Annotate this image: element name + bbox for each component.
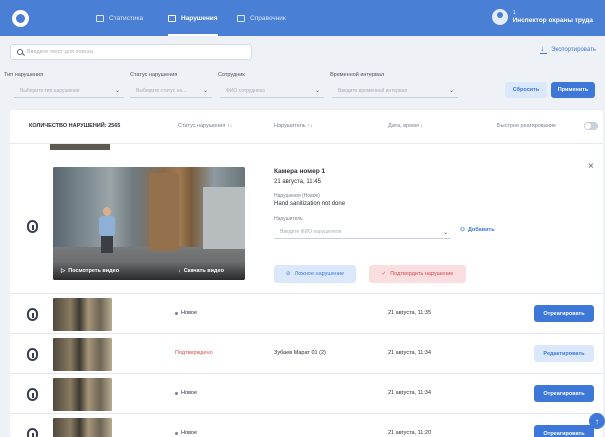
apply-button[interactable]: Применить <box>551 82 595 98</box>
fast-react-label: Быстрое реагирование <box>497 123 556 129</box>
false-violation-button[interactable]: ⊘ Ложное нарушение <box>274 265 356 283</box>
top-navigation: Статистика Нарушения Справочник 1 Инспек… <box>0 0 605 36</box>
violation-text: Hand sanitization not done <box>274 201 346 207</box>
violation-detail-card: × ▷ Посмотреть видео ↓ Скачать видео Кам… <box>10 155 603 294</box>
info-icon[interactable] <box>27 388 38 401</box>
violation-video[interactable]: ▷ Посмотреть видео ↓ Скачать видео <box>53 167 245 280</box>
camera-title: Камера номер 1 <box>274 168 326 175</box>
table-row[interactable]: Подтверждено Зубаев Марат 01 (2) 21 авгу… <box>10 335 603 374</box>
ban-icon: ⊘ <box>285 271 291 277</box>
video-thumbnail[interactable] <box>53 338 112 371</box>
app-logo[interactable] <box>12 10 29 27</box>
column-status[interactable]: Статус нарушения ↑↓ <box>178 123 232 129</box>
table-header: КОЛИЧЕСТВО НАРУШЕНИЙ: 2565 Статус наруше… <box>10 110 603 144</box>
add-user-icon: ⚇ <box>460 227 465 233</box>
export-button[interactable]: Экспортировать <box>540 44 596 54</box>
filter-interval-select[interactable]: Введите временной интервал ⌄ <box>332 84 458 98</box>
chevron-down-icon: ⌄ <box>448 88 454 94</box>
table-row[interactable]: Новое 21 августа, 11:35 Отреагировать <box>10 295 603 334</box>
table-row[interactable]: Новое 21 августа, 11:34 Отреагировать <box>10 375 603 414</box>
violation-label: Нарушения (Новое) <box>274 193 320 199</box>
status-badge: Новое <box>175 430 197 436</box>
video-thumbnail[interactable] <box>53 418 112 437</box>
user-id: 1 <box>512 10 516 16</box>
download-video-button[interactable]: ↓ Скачать видео <box>178 268 224 274</box>
search-placeholder: Введите текст для поиска <box>27 49 93 55</box>
row-date: 21 августа, 11:34 <box>388 350 431 356</box>
tab-violations[interactable]: Нарушения <box>168 0 218 36</box>
chevron-down-icon: ⌄ <box>442 229 448 236</box>
info-icon[interactable] <box>27 348 38 361</box>
scroll-to-top-button[interactable]: ↑ <box>589 413 605 429</box>
info-icon[interactable] <box>27 220 38 233</box>
fast-react-toggle[interactable] <box>584 122 598 130</box>
video-thumbnail[interactable] <box>53 378 112 411</box>
reset-button[interactable]: Сбросить <box>505 82 547 98</box>
status-badge: Новое <box>175 390 197 396</box>
chevron-down-icon: ⌄ <box>202 88 208 94</box>
violator-select[interactable]: Введите ФИО нарушителя ⌄ <box>274 226 451 239</box>
filter-type-label: Тип нарушения <box>4 72 44 78</box>
filter-status-select[interactable]: Выберите статус на... ⌄ <box>130 84 212 98</box>
violation-datetime: 21 августа, 11:45 <box>274 179 321 185</box>
filter-status-label: Статус нарушения <box>130 72 178 78</box>
check-icon: ✓ <box>381 271 387 277</box>
download-icon <box>540 44 548 54</box>
close-icon[interactable]: × <box>588 161 594 172</box>
chevron-down-icon: ⌄ <box>114 88 120 94</box>
person-figure <box>97 207 117 253</box>
react-button[interactable]: Отреагировать <box>534 425 594 437</box>
violations-icon <box>168 14 176 22</box>
row-date: 21 августа, 11:20 <box>388 430 431 436</box>
avatar <box>491 9 508 25</box>
violations-count: КОЛИЧЕСТВО НАРУШЕНИЙ: 2565 <box>29 123 121 129</box>
filter-type-select[interactable]: Выберите тип нарушения ⌄ <box>14 84 124 98</box>
violations-panel: КОЛИЧЕСТВО НАРУШЕНИЙ: 2565 Статус наруше… <box>10 110 603 437</box>
download-icon: ↓ <box>178 268 181 274</box>
react-button[interactable]: Отреагировать <box>534 385 594 402</box>
edit-button[interactable]: Редактировать <box>534 345 594 362</box>
play-icon: ▷ <box>61 268 66 274</box>
violator-label: Нарушитель <box>274 216 303 222</box>
violator-name: Зубаев Марат 01 (2) <box>274 350 326 356</box>
table-row[interactable]: Новое 21 августа, 11:20 Отреагировать <box>10 415 603 437</box>
chart-icon <box>96 14 104 22</box>
status-badge: Новое <box>175 310 197 316</box>
tab-statistics[interactable]: Статистика <box>96 0 143 36</box>
filter-employee-label: Сотрудник <box>218 72 245 78</box>
status-badge: Подтверждено <box>175 350 213 356</box>
confirm-violation-button[interactable]: ✓ Подтвердить нарушение <box>369 265 466 283</box>
user-menu[interactable]: 1 Инспектор охраны труда <box>491 9 593 25</box>
filter-employee-select[interactable]: ФИО сотрудника ⌄ <box>220 84 324 98</box>
add-violator-button[interactable]: ⚇ Добавить <box>460 227 495 233</box>
book-icon <box>237 14 245 22</box>
search-icon <box>17 49 23 55</box>
info-icon[interactable] <box>27 428 38 437</box>
column-date[interactable]: Дата, время ↓ <box>388 123 423 129</box>
search-input[interactable]: Введите текст для поиска <box>10 44 252 60</box>
column-violator[interactable]: Нарушитель ↑↓ <box>274 123 313 129</box>
thumbnail-strip <box>50 144 110 150</box>
info-icon[interactable] <box>27 308 38 321</box>
video-thumbnail[interactable] <box>53 298 112 331</box>
watch-video-button[interactable]: ▷ Посмотреть видео <box>61 268 119 274</box>
user-role: Инспектор охраны труда <box>512 17 593 24</box>
row-date: 21 августа, 11:35 <box>388 310 431 316</box>
chevron-down-icon: ⌄ <box>314 88 320 94</box>
tab-reference[interactable]: Справочник <box>237 0 286 36</box>
react-button[interactable]: Отреагировать <box>534 305 594 322</box>
filter-interval-label: Временной интервал <box>330 72 385 78</box>
row-date: 21 августа, 11:34 <box>388 390 431 396</box>
